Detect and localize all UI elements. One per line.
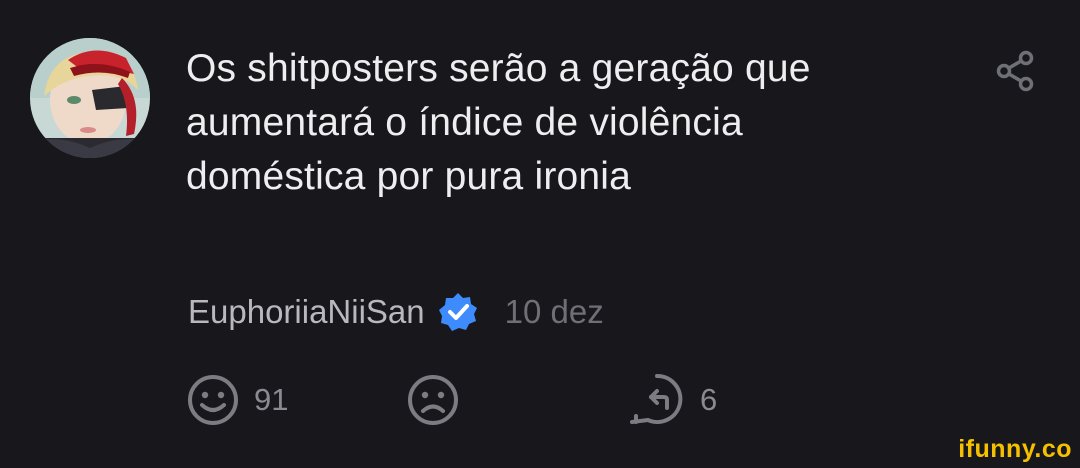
share-button[interactable] [996,50,1036,92]
ifunny-watermark: ifunny.co [958,435,1072,463]
share-icon [996,50,1034,92]
comment-card: Os shitposters serão a geração que aumen… [0,0,1080,468]
comment-meta: EuphoriiaNiiSan 10 dez [188,288,604,336]
avatar[interactable] [30,38,150,158]
reply-icon [630,373,683,424]
avatar-image [30,38,150,158]
author-name[interactable]: EuphoriiaNiiSan [188,293,425,331]
smile-icon [188,375,238,425]
smile-count: 91 [254,382,289,417]
verified-badge-icon [437,291,479,333]
comment-date: 10 dez [504,293,604,330]
smile-button[interactable]: 91 [186,373,288,427]
comment-text: Os shitposters serão a geração que aumen… [186,47,811,198]
frown-icon [408,375,458,425]
reply-count: 6 [700,382,718,417]
reply-button[interactable]: 6 [628,373,717,427]
frown-button[interactable] [406,373,460,427]
